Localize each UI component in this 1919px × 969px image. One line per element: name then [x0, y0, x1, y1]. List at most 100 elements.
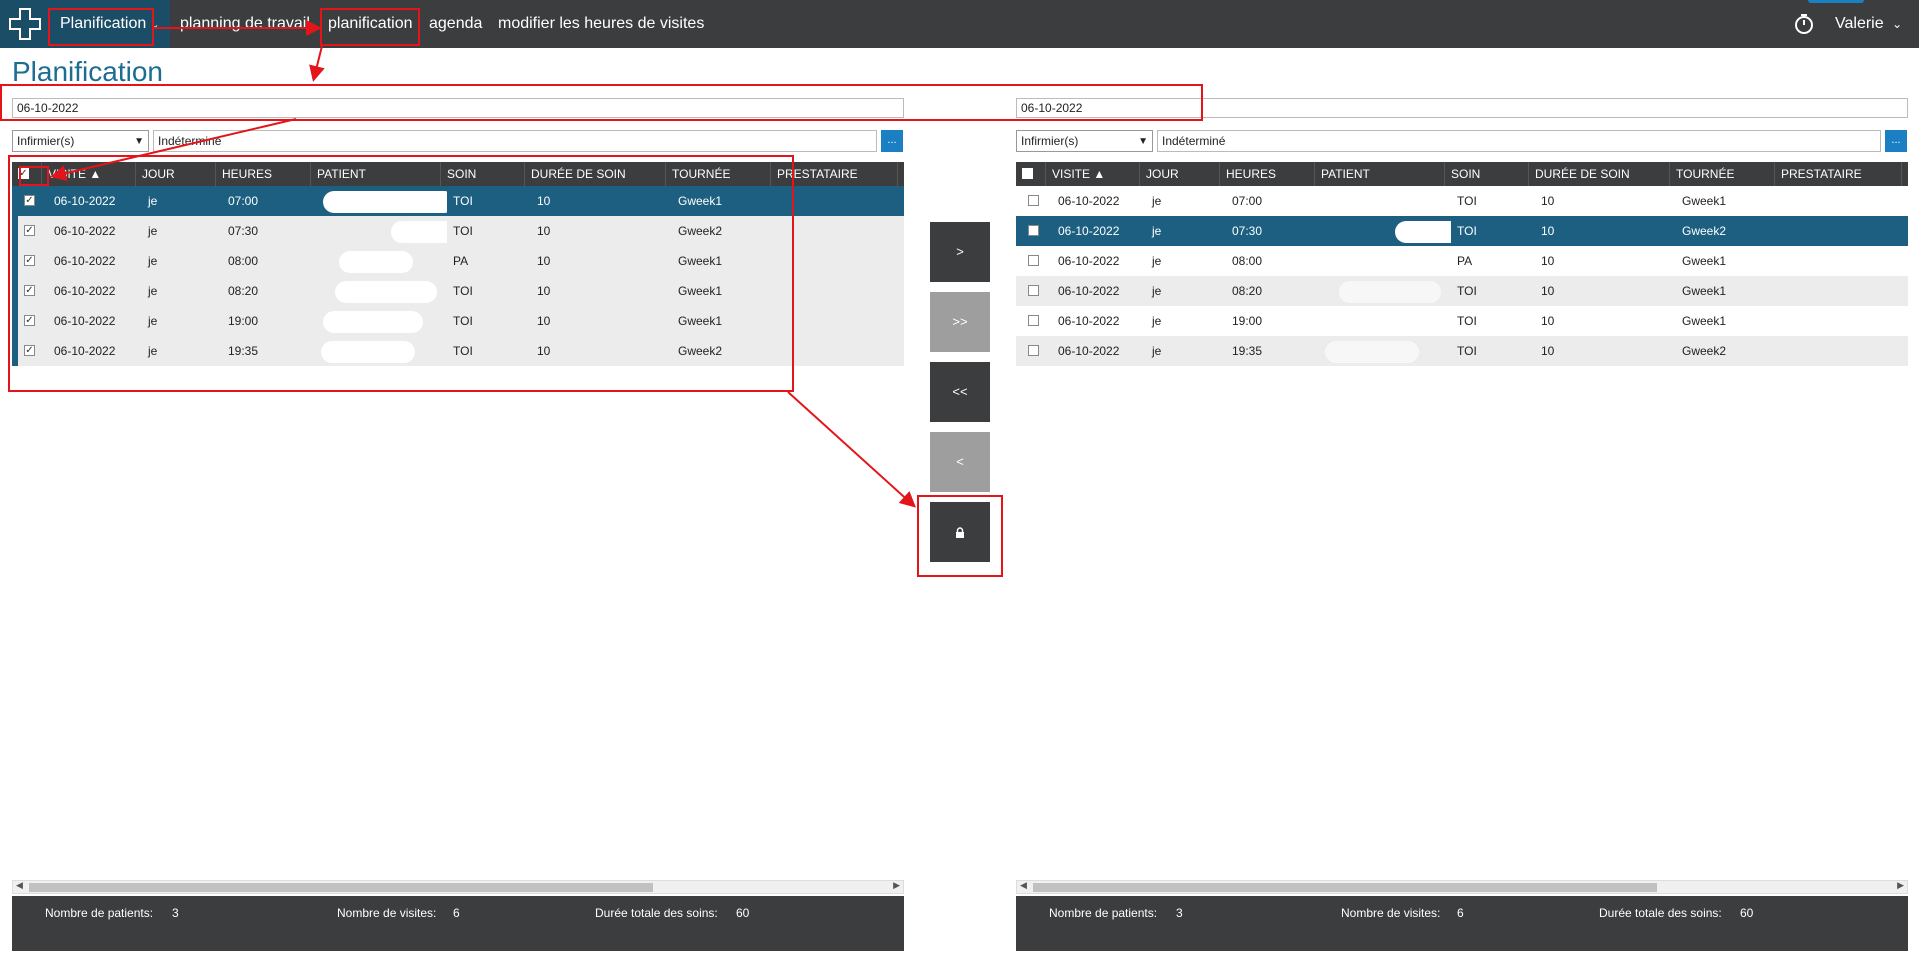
cell-visite: 06-10-2022 — [1058, 254, 1120, 268]
col-header-visite[interactable]: VISITE ▲ — [1046, 162, 1140, 186]
visits-count: 6 — [1457, 906, 1464, 920]
row-select-cell[interactable] — [1022, 186, 1052, 216]
stopwatch-icon[interactable] — [1793, 13, 1815, 35]
scroll-left-icon[interactable]: ◀ — [16, 880, 23, 891]
cell-prestataire — [777, 336, 904, 366]
col-header-patient[interactable]: PATIENT — [1315, 162, 1445, 186]
cell-jour: je — [1152, 284, 1162, 298]
cell-tournee: Gweek1 — [1682, 284, 1727, 298]
cell-duree: 10 — [1541, 284, 1555, 298]
cell-patient — [1321, 276, 1451, 306]
left-filter-row: Infirmier(s) ▼ Indéterminé ... — [12, 130, 904, 152]
col-label: VISITE — [1052, 167, 1091, 181]
col-header-tournee[interactable]: TOURNÉE — [1670, 162, 1775, 186]
annotation-box-left-grid — [8, 155, 794, 392]
right-filter-row: Infirmier(s) ▼ Indéterminé ... — [1016, 130, 1908, 152]
left-horizontal-scrollbar[interactable]: ◀ ▶ — [12, 880, 904, 894]
sort-asc-icon: ▲ — [1093, 167, 1106, 181]
col-header-heures[interactable]: HEURES — [1220, 162, 1315, 186]
col-header-prestataire[interactable]: PRESTATAIRE — [1775, 162, 1902, 186]
move-all-right-button[interactable]: >> — [930, 292, 990, 352]
row-select-cell[interactable] — [1022, 306, 1052, 336]
patients-count-label: Nombre de patients: — [45, 906, 154, 920]
cell-duree: 10 — [1541, 344, 1555, 358]
scroll-thumb[interactable] — [1033, 883, 1657, 892]
table-row[interactable]: 06-10-2022 je 08:20 TOI 10 Gweek1 — [1016, 276, 1908, 306]
right-horizontal-scrollbar[interactable]: ◀ ▶ — [1016, 880, 1908, 894]
col-header-jour[interactable]: JOUR — [1140, 162, 1220, 186]
right-assignee-field[interactable]: Indéterminé — [1157, 130, 1881, 152]
cell-visite: 06-10-2022 — [1058, 224, 1120, 238]
annotation-box-planification-tab — [320, 8, 420, 46]
col-header-soin[interactable]: SOIN — [1445, 162, 1529, 186]
cell-soin: PA — [1457, 254, 1473, 268]
left-summary-footer: Nombre de patients: 3 Nombre de visites:… — [12, 896, 904, 951]
right-visits-grid: VISITE ▲ JOUR HEURES PATIENT SOIN DURÉE … — [1016, 162, 1908, 366]
cell-duree: 10 — [1541, 314, 1555, 328]
visits-count-label: Nombre de visites: — [337, 906, 437, 920]
cell-tournee: Gweek2 — [1682, 344, 1727, 358]
nav-item-planning-de-travail[interactable]: planning de travail — [180, 0, 310, 48]
chevron-down-icon: ▼ — [1138, 135, 1148, 147]
table-row[interactable]: 06-10-2022 je 07:30 TOI 10 Gweek2 — [1016, 216, 1908, 246]
table-row[interactable]: 06-10-2022 je 07:00 TOI 10 Gweek1 — [1016, 186, 1908, 216]
row-checkbox[interactable] — [1028, 195, 1039, 207]
cell-duree: 10 — [1541, 254, 1555, 268]
row-checkbox[interactable] — [1028, 255, 1039, 267]
right-summary-footer: Nombre de patients: 3 Nombre de visites:… — [1016, 896, 1908, 951]
cell-patient — [1321, 186, 1451, 216]
col-header-duree[interactable]: DURÉE DE SOIN — [1529, 162, 1670, 186]
cell-heures: 19:00 — [1232, 314, 1263, 328]
row-checkbox[interactable] — [1028, 345, 1039, 357]
nav-item-agenda[interactable]: agenda — [429, 0, 482, 48]
right-planning-panel: Infirmier(s) ▼ Indéterminé ... VISITE ▲ … — [1016, 96, 1908, 952]
app-logo-icon[interactable] — [0, 0, 50, 48]
right-role-select[interactable]: Infirmier(s) ▼ — [1016, 130, 1153, 152]
chevron-down-icon: ▼ — [134, 135, 144, 147]
cell-prestataire — [1781, 306, 1908, 336]
user-menu[interactable]: Valerie ⌄ — [1835, 0, 1902, 48]
cell-soin: TOI — [1457, 224, 1477, 238]
cell-prestataire — [1781, 186, 1908, 216]
redacted-patient-name — [1339, 280, 1441, 303]
select-all-checkbox[interactable] — [1022, 168, 1033, 180]
nav-item-modifier-heures[interactable]: modifier les heures de visites — [498, 0, 704, 48]
row-checkbox[interactable] — [1028, 225, 1039, 237]
cell-prestataire — [1781, 276, 1908, 306]
cell-patient — [1321, 246, 1451, 276]
move-all-left-button[interactable]: << — [930, 362, 990, 422]
cell-soin: TOI — [1457, 314, 1477, 328]
cell-prestataire — [777, 216, 904, 246]
scroll-right-icon[interactable]: ▶ — [893, 880, 900, 891]
row-checkbox[interactable] — [1028, 285, 1039, 297]
left-role-select[interactable]: Infirmier(s) ▼ — [12, 130, 149, 152]
duration-total-label: Durée totale des soins: — [1599, 906, 1722, 920]
move-selected-left-button[interactable]: < — [930, 432, 990, 492]
move-selected-right-button[interactable]: > — [930, 222, 990, 282]
cell-prestataire — [1781, 216, 1908, 246]
cell-heures: 19:35 — [1232, 344, 1263, 358]
scroll-left-icon[interactable]: ◀ — [1020, 880, 1027, 891]
cell-soin: TOI — [1457, 344, 1477, 358]
cell-heures: 08:20 — [1232, 284, 1263, 298]
cell-jour: je — [1152, 344, 1162, 358]
left-assignee-lookup-button[interactable]: ... — [881, 130, 903, 152]
right-assignee-lookup-button[interactable]: ... — [1885, 130, 1907, 152]
table-row[interactable]: 06-10-2022 je 19:35 TOI 10 Gweek2 — [1016, 336, 1908, 366]
scroll-right-icon[interactable]: ▶ — [1897, 880, 1904, 891]
row-select-cell[interactable] — [1022, 276, 1052, 306]
cell-tournee: Gweek1 — [1682, 194, 1727, 208]
select-all-cell[interactable] — [1016, 162, 1046, 186]
cell-jour: je — [1152, 254, 1162, 268]
row-select-cell[interactable] — [1022, 216, 1052, 246]
scroll-thumb[interactable] — [29, 883, 653, 892]
row-select-cell[interactable] — [1022, 246, 1052, 276]
table-row[interactable]: 06-10-2022 je 08:00 PA 10 Gweek1 — [1016, 246, 1908, 276]
cell-duree: 10 — [1541, 224, 1555, 238]
table-row[interactable]: 06-10-2022 je 19:00 TOI 10 Gweek1 — [1016, 306, 1908, 336]
user-name: Valerie — [1835, 15, 1884, 32]
left-assignee-field[interactable]: Indéterminé — [153, 130, 877, 152]
chevron-down-icon: ⌄ — [1892, 17, 1903, 31]
row-checkbox[interactable] — [1028, 315, 1039, 327]
row-select-cell[interactable] — [1022, 336, 1052, 366]
